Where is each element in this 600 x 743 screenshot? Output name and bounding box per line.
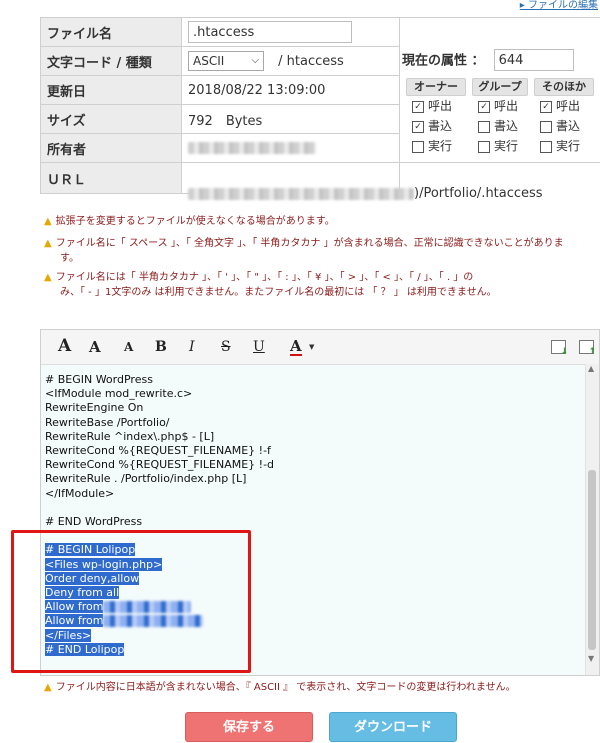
editor-scrollbar[interactable]: ▲ ▼ [585, 364, 599, 675]
others-header: そのほか [534, 78, 594, 96]
row-size: サイズ 792 Bytes [40, 104, 400, 134]
font-size-large-button[interactable]: A [58, 336, 71, 356]
owner-read[interactable]: ✓ 呼出 [412, 96, 452, 116]
highlight-box [11, 530, 251, 673]
group-header: グループ [472, 78, 528, 96]
warning-forbidden-chars-cont: み、「 - 」1文字のみ は利用できません。またファイル名の最初には 「 ？ 」… [60, 287, 497, 298]
checkbox-checked-icon: ✓ [478, 100, 490, 113]
file-type-text: / htaccess [278, 53, 344, 69]
link-arrow-icon: ▸ [519, 0, 528, 11]
filename-input[interactable]: .htaccess [188, 21, 352, 43]
checkbox-unchecked-icon [540, 140, 552, 153]
others-write[interactable]: 書込 [540, 116, 580, 136]
group-execute[interactable]: 実行 [478, 136, 518, 156]
checkbox-checked-icon: ✓ [412, 100, 424, 113]
row-filename: ファイル名 .htaccess [40, 17, 400, 47]
warning-filename-chars: ▲ ファイル名に「 スペース 」、「 全角文字 」、「 半角カタカナ 」が含まれる… [44, 238, 564, 249]
group-write[interactable]: 書込 [478, 116, 518, 136]
encoding-label: 文字コード / 種類 [40, 46, 182, 76]
permission-value-input[interactable]: 644 [493, 49, 574, 71]
filename-label: ファイル名 [40, 17, 182, 47]
code-line: # BEGIN WordPress [45, 373, 153, 386]
code-line: <IfModule mod_rewrite.c> [45, 387, 193, 401]
owner-write[interactable]: ✓ 書込 [412, 116, 452, 136]
code-line: RewriteBase /Portfolio/ [45, 415, 170, 429]
code-line: RewriteRule . /Portfolio/index.php [L] [45, 472, 247, 486]
url-value: )/Portfolio/.htaccess [188, 186, 600, 201]
code-line: RewriteEngine On [45, 401, 144, 415]
row-modified: 更新日 2018/08/22 13:09:00 [40, 75, 400, 105]
chevron-down-icon: ⌵ [251, 55, 259, 66]
owner-value-redacted [188, 142, 316, 154]
warning-icon: ▲ [44, 682, 52, 693]
checkbox-checked-icon: ✓ [540, 100, 552, 113]
caret-down-icon: ▼ [309, 343, 315, 351]
current-permission-label: 現在の属性 ： [402, 53, 485, 69]
italic-button[interactable]: I [189, 339, 195, 355]
url-host-redacted [188, 187, 414, 200]
code-line: RewriteCond %{REQUEST_FILENAME} !-d [45, 458, 275, 472]
export-icon[interactable]: ↑ [579, 340, 596, 357]
underline-button[interactable]: U [253, 339, 265, 355]
code-line: RewriteRule ^index\.php$ - [L] [45, 429, 215, 443]
edit-file-link[interactable]: ▸ ファイルの編集 [520, 0, 598, 11]
warning-extension: ▲ 拡張子を変更するとファイルが使えなくなる場合があります。 [44, 216, 335, 227]
size-value: 792 Bytes [181, 104, 400, 134]
others-read[interactable]: ✓ 呼出 [540, 96, 580, 116]
others-execute[interactable]: 実行 [540, 136, 580, 156]
row-owner: 所有者 [40, 133, 400, 163]
checkbox-checked-icon: ✓ [412, 120, 424, 133]
code-line: # END WordPress [45, 515, 143, 529]
group-read[interactable]: ✓ 呼出 [478, 96, 518, 116]
warning-forbidden-chars: ▲ ファイル名には「 半角カタカナ 」、「 ' 」、「 " 」、「 : 」、「 ¥… [44, 272, 474, 283]
warning-icon: ▲ [44, 238, 52, 249]
scroll-down-icon[interactable]: ▼ [588, 654, 594, 663]
code-line: RewriteCond %{REQUEST_FILENAME} !-f [45, 444, 271, 458]
code-line: </IfModule> [45, 486, 115, 500]
owner-execute[interactable]: 実行 [412, 136, 452, 156]
row-encoding: 文字コード / 種類 ASCII ⌵ / htaccess [40, 46, 400, 76]
warning-icon: ▲ [44, 272, 52, 283]
checkbox-unchecked-icon [540, 120, 552, 133]
owner-header: オーナー [406, 78, 466, 96]
scroll-up-icon[interactable]: ▲ [588, 364, 594, 373]
checkbox-unchecked-icon [412, 140, 424, 153]
checkbox-unchecked-icon [478, 120, 490, 133]
url-label: ＵＲＬ [40, 162, 182, 194]
size-label: サイズ [40, 104, 182, 134]
import-icon[interactable]: ↓ [551, 340, 568, 357]
modified-value: 2018/08/22 13:09:00 [181, 75, 400, 105]
editor-toolbar: A A A B I S U A ▼ ↓ ↑ [41, 330, 599, 365]
permissions-panel: 現在の属性 ： 644 オーナー グループ そのほか ✓ 呼出 ✓ 呼出 ✓ 呼出 ✓… [398, 17, 600, 163]
ascii-note: ▲ ファイル内容に日本語が含まれない場合、『 ASCII 』 で表示され、文字コー… [44, 682, 516, 693]
strikethrough-button[interactable]: S [221, 339, 231, 355]
encoding-select[interactable]: ASCII ⌵ [188, 51, 264, 71]
text-color-button[interactable]: A [290, 338, 302, 356]
scrollbar-thumb[interactable] [588, 470, 596, 650]
modified-label: 更新日 [40, 75, 182, 105]
font-size-medium-button[interactable]: A [89, 338, 101, 356]
file-info-table: ファイル名 .htaccess 文字コード / 種類 ASCII ⌵ / htac… [40, 17, 400, 194]
warning-filename-chars-cont: す。 [60, 253, 79, 264]
font-size-small-button[interactable]: A [124, 340, 133, 354]
warning-icon: ▲ [44, 216, 52, 227]
checkbox-unchecked-icon [478, 140, 490, 153]
bold-button[interactable]: B [155, 339, 167, 355]
owner-label: 所有者 [40, 133, 182, 163]
